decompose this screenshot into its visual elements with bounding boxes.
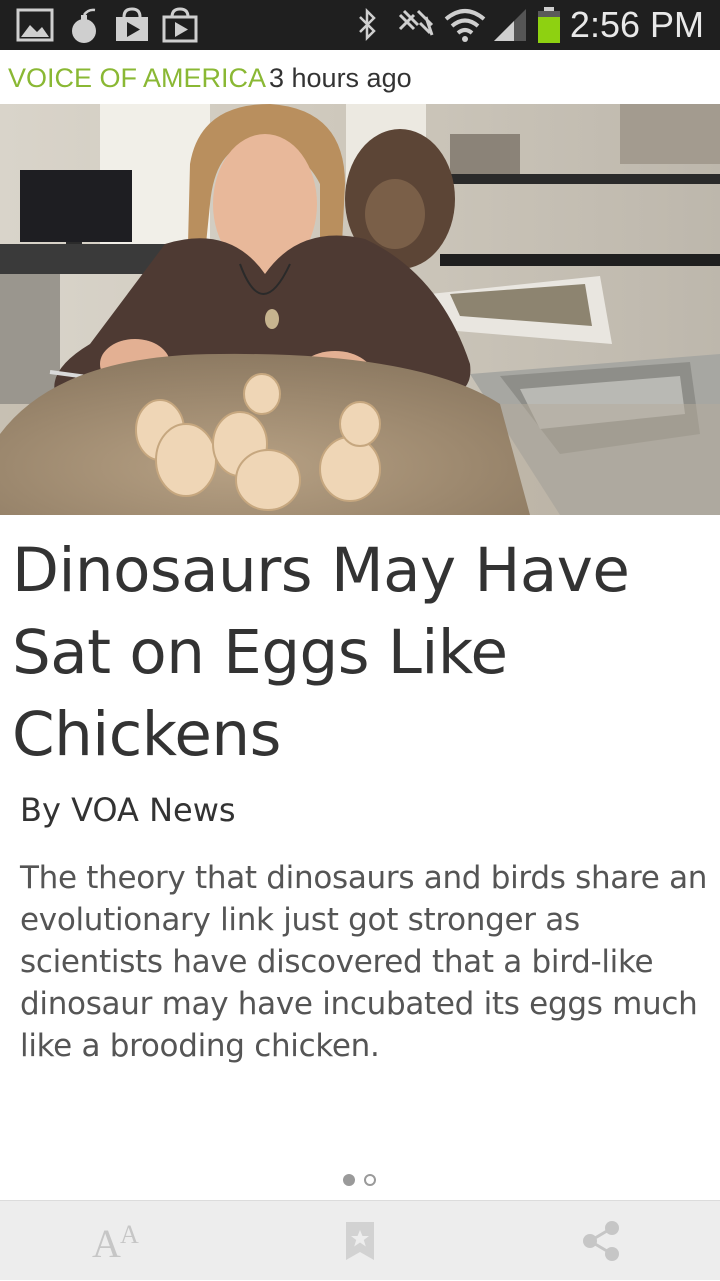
status-time: 2:56 PM xyxy=(569,4,704,45)
article-byline: By VOA News xyxy=(20,791,236,829)
bookmark-icon xyxy=(346,1222,374,1260)
wifi-icon xyxy=(444,9,486,42)
status-bar: 2:56 PM xyxy=(0,0,720,50)
text-size-icon: A A xyxy=(92,1221,139,1261)
bluetooth-icon xyxy=(359,7,376,42)
timestamp: 3 hours ago xyxy=(269,63,412,93)
play-store-icon xyxy=(116,7,148,41)
gallery-icon xyxy=(16,8,54,42)
bottom-toolbar: A A xyxy=(0,1200,720,1280)
battery-icon xyxy=(538,7,560,43)
share-icon xyxy=(583,1221,619,1261)
text-size-button[interactable]: A A xyxy=(0,1201,240,1281)
page-dot-active xyxy=(343,1174,355,1186)
article-summary: The theory that dinosaurs and birds shar… xyxy=(20,860,708,1064)
svg-text:A: A xyxy=(92,1221,121,1261)
play-store-icon xyxy=(162,7,198,43)
nfc-icon xyxy=(398,9,434,36)
bookmark-button[interactable] xyxy=(240,1201,480,1281)
source-label[interactable]: VOICE OF AMERICA xyxy=(8,62,266,94)
article-image[interactable] xyxy=(0,104,720,515)
svg-text:A: A xyxy=(120,1221,139,1249)
page-dot xyxy=(364,1174,376,1186)
bomb-icon xyxy=(72,8,96,43)
share-button[interactable] xyxy=(480,1201,720,1281)
signal-icon xyxy=(494,9,526,41)
article-meta: VOICE OF AMERICA 3 hours ago xyxy=(0,50,720,104)
article-headline[interactable]: Dinosaurs May Have Sat on Eggs Like Chic… xyxy=(12,530,712,776)
